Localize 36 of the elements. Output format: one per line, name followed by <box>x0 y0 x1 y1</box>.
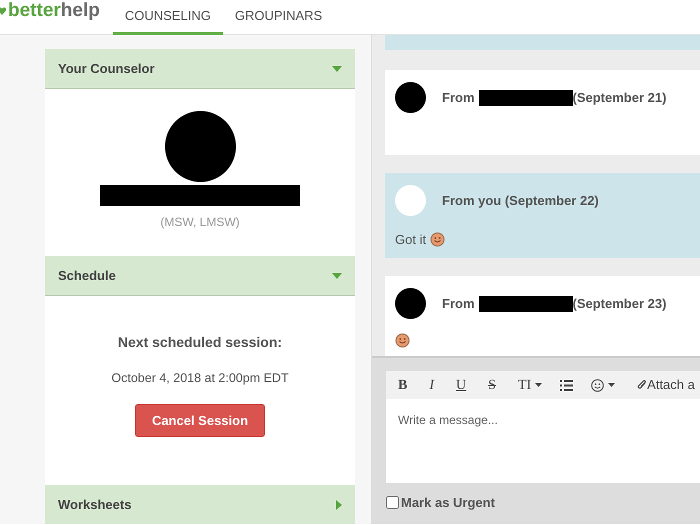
caret-down-icon <box>608 383 616 387</box>
panel-header[interactable]: Your Counselor <box>45 49 355 89</box>
credentials: (MSW, LMSW) <box>160 214 240 231</box>
cancel-button[interactable]: Cancel Session <box>134 404 266 438</box>
caret-down-icon <box>535 383 542 387</box>
checkbox-label: Mark as Urgent <box>401 494 495 512</box>
panel-header[interactable]: Worksheets <box>45 485 355 524</box>
sender-label: From you (September 22) <box>442 192 599 210</box>
text-size-button[interactable]: TI <box>514 374 546 396</box>
logo[interactable]: betterhelp <box>8 0 100 26</box>
bold-button[interactable]: B <box>394 374 412 396</box>
caret-down-icon <box>332 272 342 278</box>
list-icon[interactable] <box>560 380 574 390</box>
nav-tab[interactable]: GROUPINARS <box>222 0 334 35</box>
italic-button[interactable]: I <box>425 374 438 396</box>
underline-button[interactable]: U <box>452 374 470 396</box>
message-date: (September 23) <box>572 294 666 313</box>
message-text: Got it <box>395 231 426 249</box>
avatar <box>395 185 426 216</box>
session-heading: Next scheduled session: <box>118 333 282 352</box>
session-time: October 4, 2018 at 2:00pm EDT <box>111 370 289 387</box>
heart-icon <box>0 7 6 15</box>
smiley-icon <box>591 378 604 392</box>
avatar <box>395 288 426 319</box>
paperclip-icon <box>637 379 648 391</box>
caret-right-icon <box>336 500 342 510</box>
avatar <box>395 82 426 113</box>
strikethrough-button[interactable]: S <box>484 374 500 396</box>
caret-down-icon <box>332 66 342 72</box>
message-date: (September 21) <box>572 88 666 107</box>
attach-button[interactable]: Attach a <box>633 375 699 395</box>
message-field[interactable]: Write a message... <box>386 399 700 483</box>
sender-label: From <box>442 294 474 313</box>
sender-label: From <box>442 88 474 107</box>
urgent-checkbox[interactable] <box>386 496 399 510</box>
panel-header[interactable]: Schedule <box>45 256 355 296</box>
